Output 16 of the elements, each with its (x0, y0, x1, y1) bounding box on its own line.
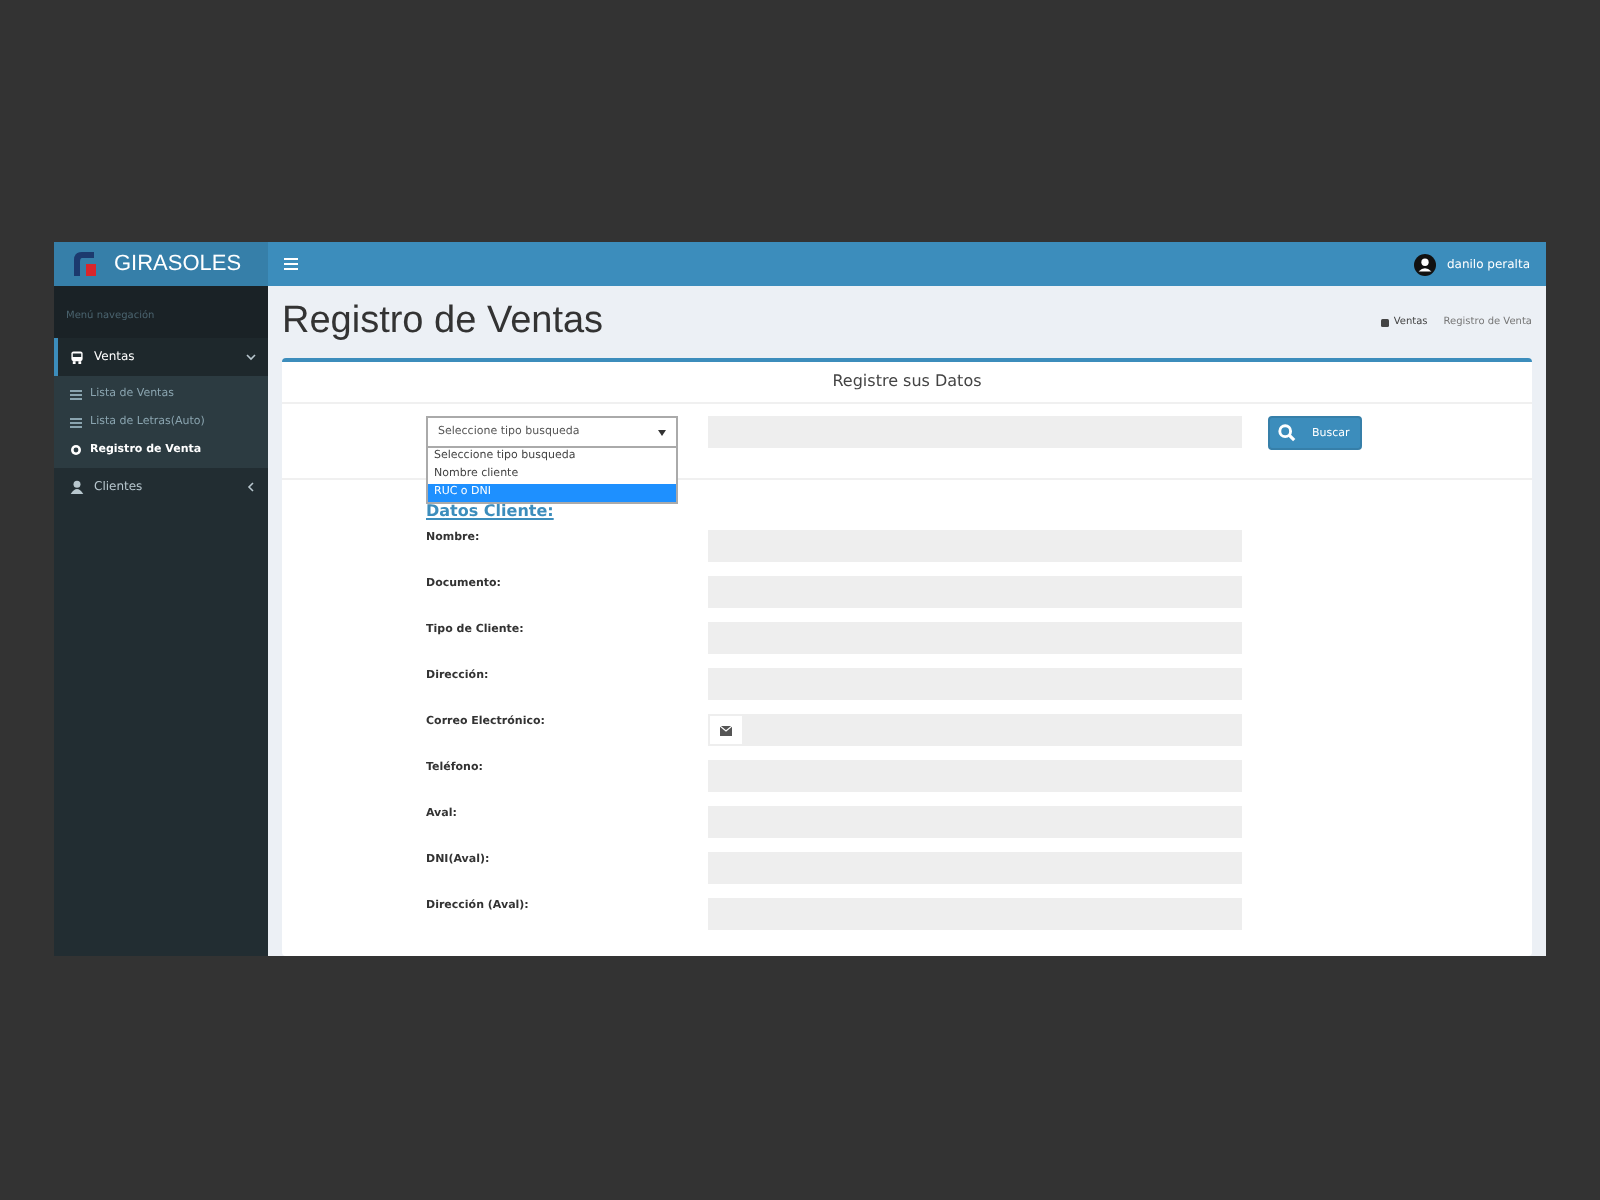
brand-name: GIRASOLES (114, 252, 242, 276)
search-icon (1278, 424, 1296, 442)
chevron-left-icon (246, 482, 256, 492)
section-heading: Datos Cliente: (426, 502, 556, 520)
user-avatar-icon[interactable] (1414, 253, 1437, 275)
envelope-icon (720, 725, 732, 735)
caret-icon (658, 429, 666, 435)
logo-icon (70, 250, 98, 278)
list-icon (70, 389, 82, 399)
circle-icon (70, 444, 82, 456)
panel-title: Registre sus Datos (282, 362, 1532, 404)
chevron-down-icon (246, 352, 256, 362)
page-title: Registro de Ventas (282, 300, 604, 344)
menu-icon[interactable] (284, 258, 298, 270)
list-icon (70, 417, 82, 427)
user-icon (70, 480, 84, 494)
